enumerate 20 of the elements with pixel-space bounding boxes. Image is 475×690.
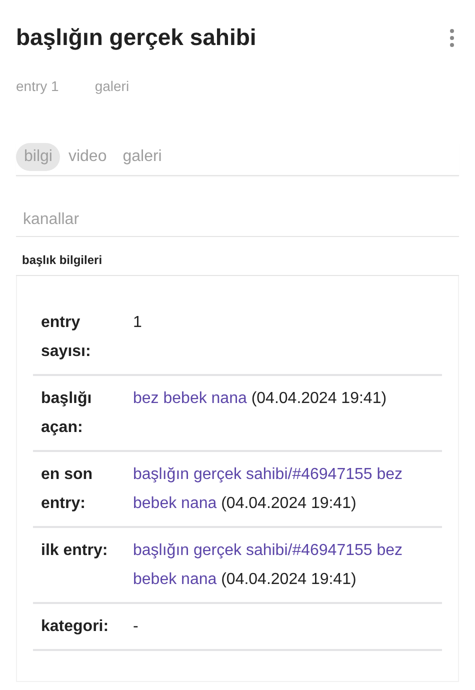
field-value: bez bebek nana (04.04.2024 19:41)	[133, 388, 388, 409]
field-label: entry sayısı:	[41, 312, 92, 362]
section-heading: başlık bilgileri	[16, 236, 459, 276]
field-label: ilk entry:	[41, 540, 109, 561]
tab[interactable]: galeri	[114, 142, 170, 171]
field-label: başlığı açan:	[41, 388, 93, 438]
meta-link[interactable]: galeri	[94, 76, 130, 97]
field-value: başlığın gerçek sahibi/#46947155 bez bebek nana (04.04.2024 19:41)	[133, 464, 404, 514]
field-label: kategori:	[41, 616, 110, 637]
field-value: başlığın gerçek sahibi/#46947155 bez bebek nana (04.04.2024 19:41)	[133, 540, 404, 590]
more-menu-button[interactable]	[449, 28, 455, 48]
meta-link[interactable]: entry 1	[16, 76, 59, 97]
field-value: 1	[133, 312, 143, 333]
field-label: en son entry:	[41, 464, 94, 514]
channels-link[interactable]: kanallar	[16, 204, 459, 237]
kebab-icon	[449, 28, 455, 48]
field-value: -	[133, 616, 140, 637]
tab[interactable]: video	[60, 142, 115, 171]
tab[interactable]: bilgi	[16, 142, 60, 171]
page-title: başlığın gerçek sahibi	[16, 24, 256, 52]
